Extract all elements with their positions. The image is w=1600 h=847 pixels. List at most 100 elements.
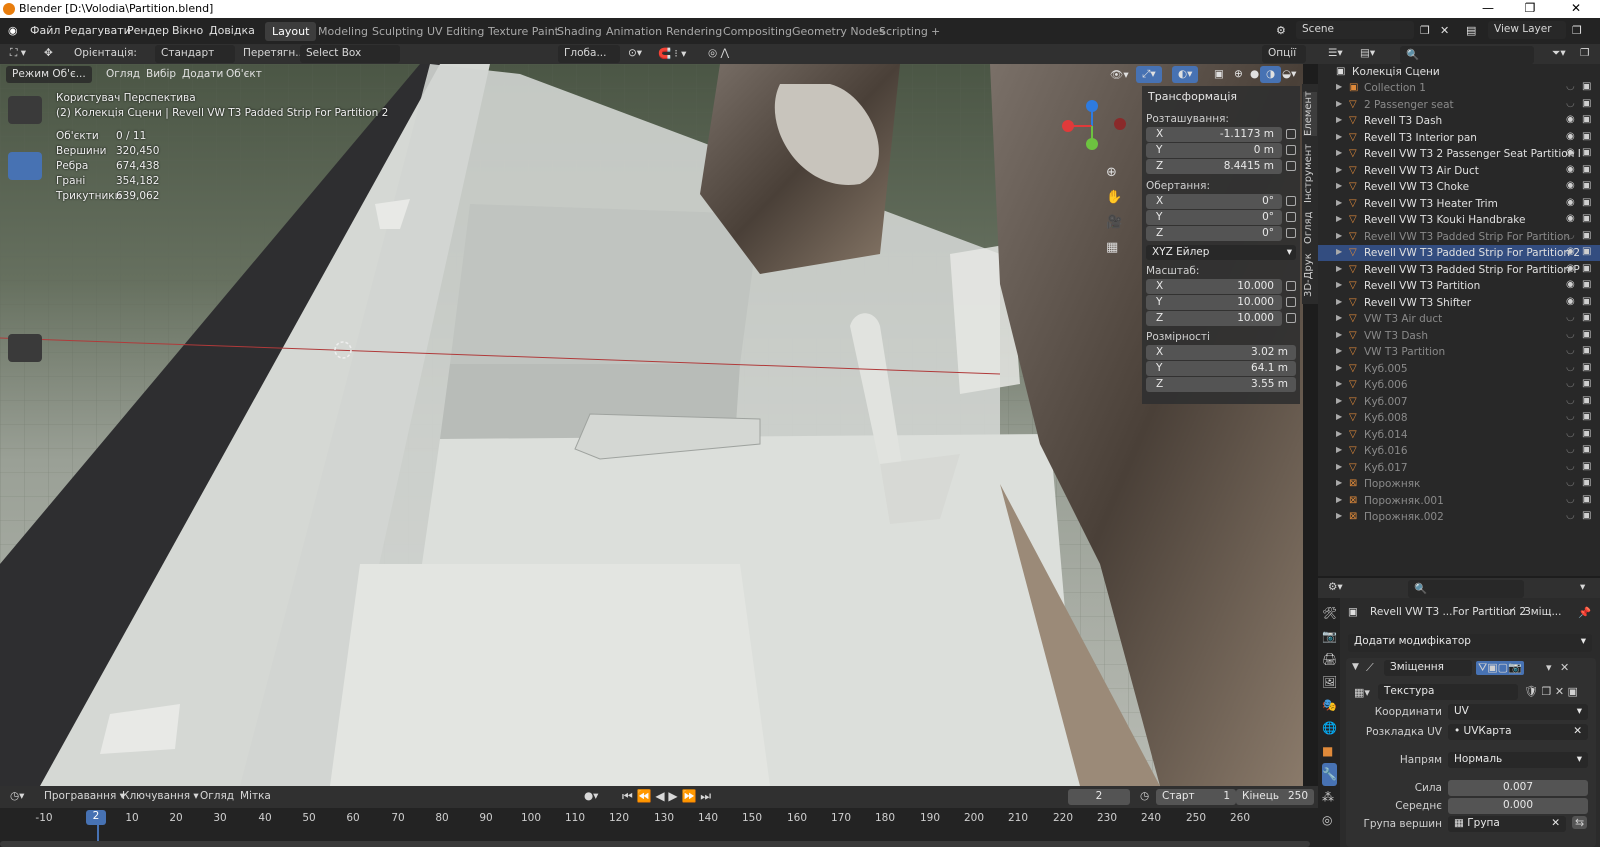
expand-arrow-icon[interactable]: ▶ [1336,148,1342,157]
expand-arrow-icon[interactable]: ▶ [1336,313,1342,322]
pin-icon[interactable]: 📌 [1578,606,1591,619]
outliner-item[interactable]: ▶ ▽ Revell T3 Dash ◉ ▣ [1318,113,1600,129]
render-camera-icon[interactable]: ▣ [1582,279,1591,290]
cursor-tool-icon[interactable] [8,124,42,152]
outliner-item[interactable]: ▶ ▽ Revell VW T3 Padded Strip For Partitio… [1318,245,1600,261]
expand-arrow-icon[interactable]: ▶ [1336,181,1342,190]
outliner-item[interactable]: ▶ ▽ Куб.007 ◡ ▣ [1318,394,1600,410]
properties-editor-icon[interactable]: ⚙▾ [1328,581,1343,593]
eye-icon[interactable]: ◉ [1566,164,1575,175]
tab-item[interactable]: Елемент [1303,91,1317,136]
outliner-item[interactable]: ▶ ▽ Revell VW T3 Kouki Handbrake ◉ ▣ [1318,212,1600,228]
outliner-item[interactable]: ▶ ▽ Куб.016 ◡ ▣ [1318,443,1600,459]
transform-tool-icon[interactable] [8,236,42,264]
render-camera-icon[interactable]: ▣ [1582,428,1591,439]
outliner-item[interactable]: ▶ ▣ Collection 1 ◡ ▣ [1318,80,1600,96]
texture-actions-icon[interactable]: 🛡 ❐ ✕ ▣ [1524,685,1578,698]
hidden-eye-icon[interactable]: ◡ [1566,510,1575,521]
expand-arrow-icon[interactable]: ▶ [1336,346,1342,355]
current-frame-field[interactable]: 2 [1068,789,1130,805]
outliner-item[interactable]: ▶ ▽ Revell VW T3 2 Passenger Seat Partitio… [1318,146,1600,162]
tab-3d-print[interactable]: 3D-Друк [1303,252,1317,298]
scale-z-field[interactable]: Z 10.000 [1146,311,1282,326]
mode-dropdown[interactable]: Режим Об'є... [6,66,92,83]
outliner-item[interactable]: ▶ ▽ Revell T3 Interior pan ◉ ▣ [1318,130,1600,146]
outliner-item[interactable]: ▶ ▽ Revell VW T3 Heater Trim ◉ ▣ [1318,196,1600,212]
ortho-grid-icon[interactable]: ▦ [1106,235,1122,260]
vertex-group-field[interactable]: ▦ Група ✕ [1448,816,1566,832]
expand-arrow-icon[interactable]: ▶ [1336,264,1342,273]
keying-menu[interactable]: Ключування ▾ [122,790,199,802]
lock-icon[interactable] [1286,281,1296,291]
new-collection-icon[interactable]: ❐ [1580,47,1589,59]
tab-view[interactable]: Огляд [1303,210,1317,246]
view-layer-field[interactable]: View Layer [1488,21,1566,39]
render-camera-icon[interactable]: ▣ [1582,395,1591,406]
scene-tab-icon[interactable]: 🎭 [1322,694,1337,717]
expand-arrow-icon[interactable]: ▶ [1336,396,1342,405]
collapse-arrow-icon[interactable]: ▼ [1352,662,1359,672]
render-camera-icon[interactable]: ▣ [1582,131,1591,142]
expand-arrow-icon[interactable]: ▶ [1336,445,1342,454]
menu-file[interactable]: Файл [30,24,60,37]
hidden-eye-icon[interactable]: ◡ [1566,494,1575,505]
render-camera-icon[interactable]: ▣ [1582,329,1591,340]
expand-arrow-icon[interactable]: ▶ [1336,231,1342,240]
uv-map-field[interactable]: • UVКарта ✕ [1448,724,1588,740]
record-icon[interactable]: ●▾ [584,790,598,802]
eye-icon[interactable]: ◉ [1566,197,1575,208]
expand-arrow-icon[interactable]: ▶ [1336,330,1342,339]
lock-icon[interactable] [1286,145,1296,155]
camera-icon[interactable]: 🎥 [1106,210,1122,235]
move-tool-button-icon[interactable] [8,152,42,180]
remove-scene-icon[interactable]: ✕ [1440,24,1449,37]
dimensions-z-field[interactable]: Z 3.55 m [1146,377,1296,392]
timeline-scrollbar[interactable] [0,841,1310,847]
physics-tab-icon[interactable]: ◎ [1322,809,1337,832]
lock-icon[interactable] [1286,212,1296,222]
direction-dropdown[interactable]: Нормаль ▾ [1448,752,1588,768]
tab-layout[interactable]: Layout [265,22,317,41]
menu-edit[interactable]: Редагувати [64,24,131,37]
render-camera-icon[interactable]: ▣ [1582,494,1591,505]
render-camera-icon[interactable]: ▣ [1582,362,1591,373]
rotation-x-field[interactable]: X 0° [1146,194,1282,209]
eye-icon[interactable]: ◉ [1566,246,1575,257]
render-camera-icon[interactable]: ▣ [1582,246,1591,257]
render-camera-icon[interactable]: ▣ [1582,378,1591,389]
properties-search-input[interactable]: 🔍 [1408,580,1524,598]
new-view-layer-icon[interactable]: ❐ [1572,24,1582,37]
render-camera-icon[interactable]: ▣ [1582,81,1591,92]
hidden-eye-icon[interactable]: ◡ [1566,428,1575,439]
strength-field[interactable]: 0.007 [1448,780,1588,796]
rotation-z-field[interactable]: Z 0° [1146,226,1282,241]
outliner-item[interactable]: ▶ ⊠ Порожняк.002 ◡ ▣ [1318,509,1600,525]
render-camera-icon[interactable]: ▣ [1582,180,1591,191]
output-tab-icon[interactable]: 🖨 [1322,648,1337,671]
options-dropdown[interactable]: Опції [1262,45,1306,63]
outliner-item[interactable]: ▶ ▽ Revell VW T3 Air Duct ◉ ▣ [1318,163,1600,179]
hidden-eye-icon[interactable]: ◡ [1566,378,1575,389]
expand-arrow-icon[interactable]: ▶ [1336,412,1342,421]
menu-render[interactable]: Рендер [127,24,169,37]
timeline-view-menu[interactable]: Огляд [200,790,234,802]
outliner-item[interactable]: ▶ ▽ Куб.008 ◡ ▣ [1318,410,1600,426]
render-camera-icon[interactable]: ▣ [1582,263,1591,274]
outliner-search-input[interactable]: 🔍 [1400,46,1534,64]
pivot-icon[interactable]: ⊙▾ [628,47,642,59]
hidden-eye-icon[interactable]: ◡ [1566,329,1575,340]
xray-icon[interactable]: ▣ [1208,66,1230,83]
preview-range-icon[interactable]: ◷ [1140,790,1149,802]
menu-help[interactable]: Довідка [209,24,255,37]
properties-options-icon[interactable]: ▾ [1580,581,1585,593]
render-camera-icon[interactable]: ▣ [1582,411,1591,422]
snap-icon[interactable]: 🧲 ⁝ ▾ [658,47,686,60]
tool-tab-icon[interactable]: 🛠 [1322,602,1337,625]
expand-arrow-icon[interactable]: ▶ [1336,82,1342,91]
eye-icon[interactable]: ◉ [1566,180,1575,191]
location-x-field[interactable]: X -1.1173 m [1146,127,1282,142]
expand-arrow-icon[interactable]: ▶ [1336,214,1342,223]
filter-icon[interactable]: ⏷▾ [1552,47,1566,60]
location-y-field[interactable]: Y0 m [1146,143,1282,158]
zoom-icon[interactable]: ⊕ [1106,160,1122,185]
